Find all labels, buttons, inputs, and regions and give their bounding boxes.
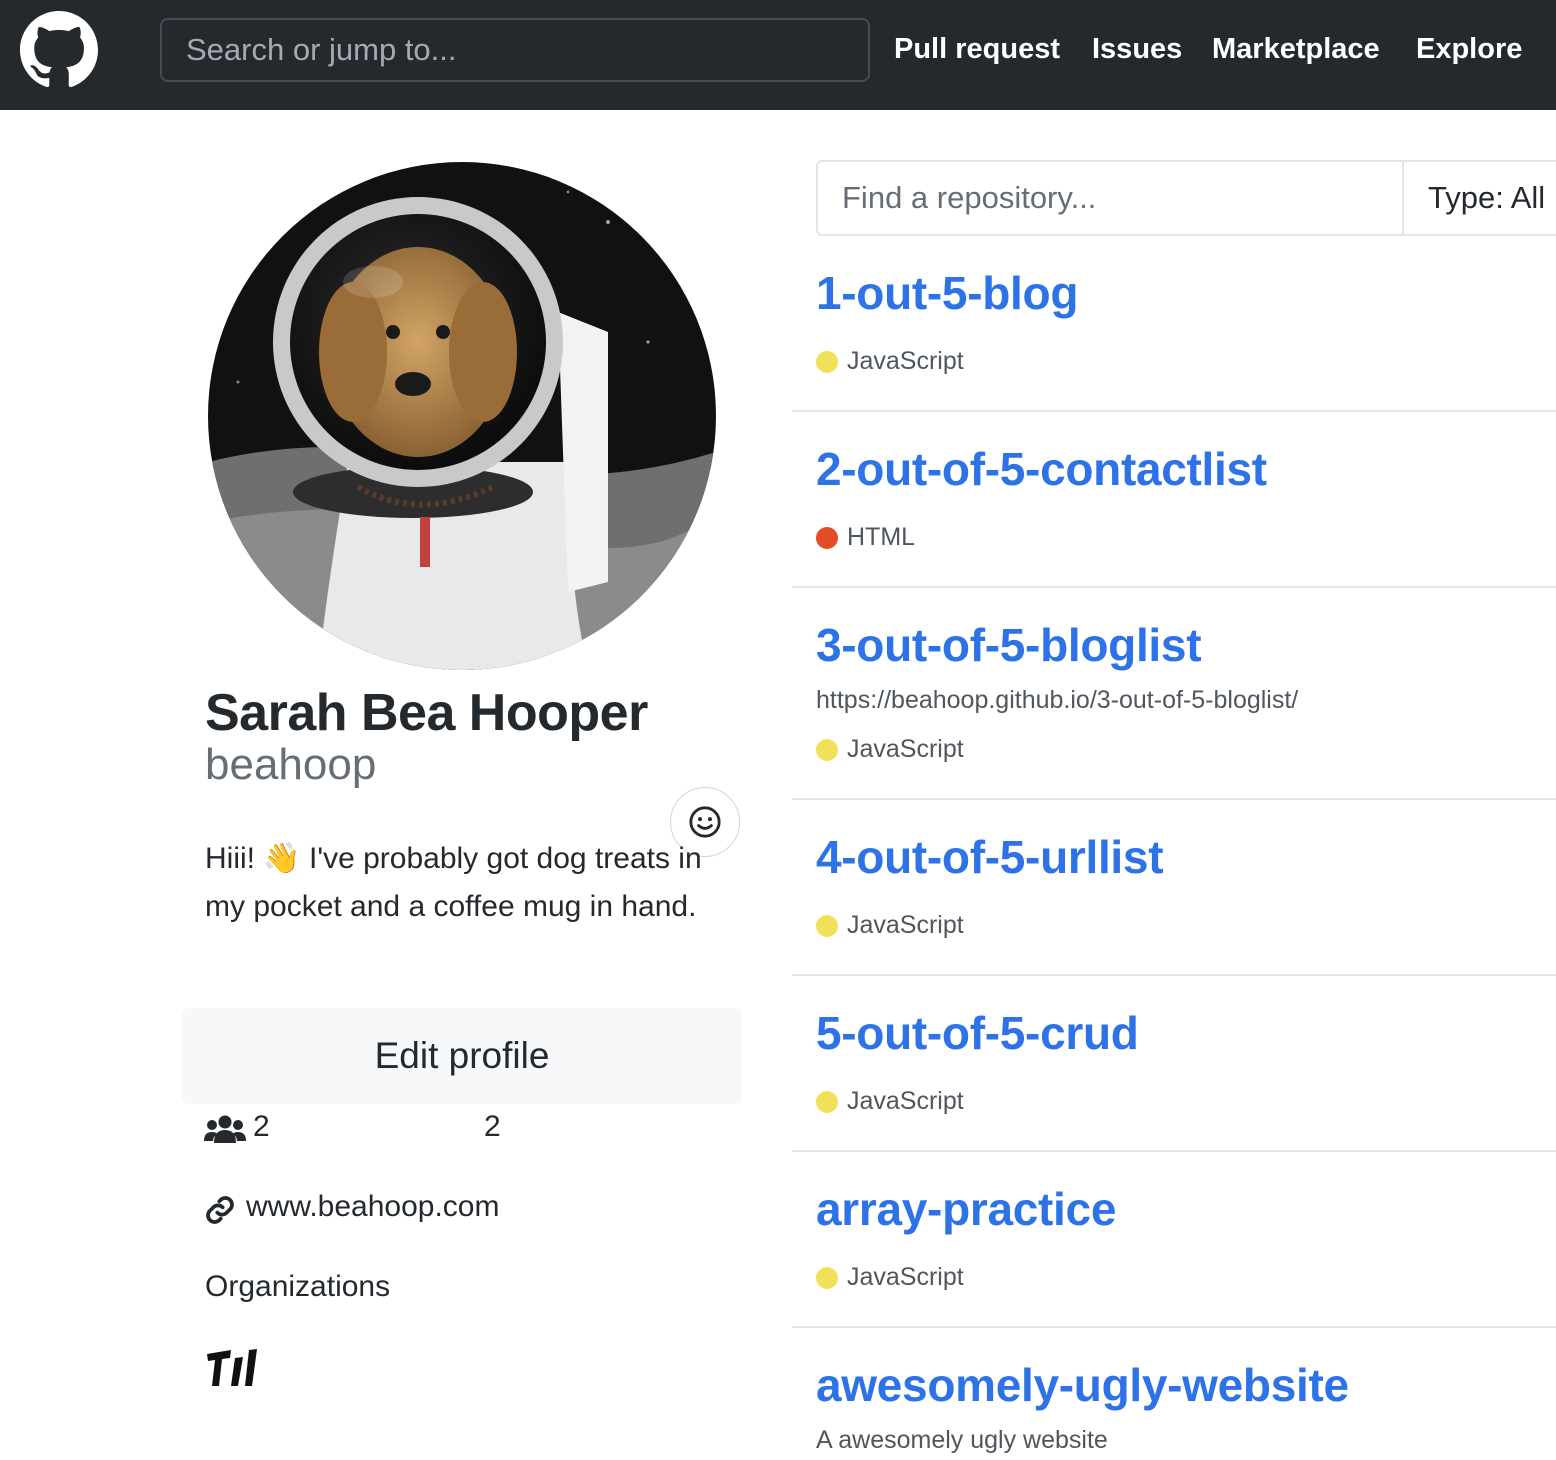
repository-language: JavaScript [816,735,964,764]
repository-name-link[interactable]: 3-out-of-5-bloglist [816,618,1202,672]
repository-name-link[interactable]: 5-out-of-5-crud [816,1006,1139,1060]
language-color-dot [816,526,838,549]
link-icon [206,1196,234,1224]
repository-item: array-practice JavaScript [792,1152,1556,1328]
github-logo-icon[interactable] [20,11,98,89]
repository-language: JavaScript [816,1087,964,1116]
global-search-input[interactable] [162,20,868,80]
repository-language-label: JavaScript [847,347,964,375]
profile-full-name: Sarah Bea Hooper [205,684,648,742]
repository-item: awesomely-ugly-website A awesomely ugly w… [792,1328,1556,1460]
type-filter-dropdown[interactable]: Type: All [1402,160,1556,236]
language-color-dot [816,1266,838,1289]
repository-description: https://beahoop.github.io/3-out-of-5-blo… [816,686,1299,714]
language-color-dot [816,914,838,937]
smiley-icon [689,806,721,838]
followers-count[interactable]: 2 [253,1110,270,1144]
repository-item: 1-out-5-blog JavaScript [792,236,1556,412]
people-icon [204,1115,246,1143]
find-repository [816,160,1404,236]
profile-username: beahoop [205,740,377,789]
profile-bio: Hiii! 👋 I've probably got dog treats in … [205,842,702,923]
edit-profile-button[interactable]: Edit profile [182,1008,742,1104]
repository-language: JavaScript [816,1263,964,1292]
repository-language-label: JavaScript [847,1263,964,1291]
nav-explore[interactable]: Explore [1416,33,1522,66]
repository-description: A awesomely ugly website [816,1426,1108,1454]
organization-avatar[interactable] [205,1346,261,1388]
repository-language-label: JavaScript [847,1087,964,1115]
language-color-dot [816,738,838,761]
repository-name-link[interactable]: 4-out-of-5-urllist [816,830,1164,884]
repository-language: JavaScript [816,347,964,376]
nav-marketplace[interactable]: Marketplace [1212,33,1380,66]
following-count[interactable]: 2 [484,1110,501,1144]
repository-item: 5-out-of-5-crud JavaScript [792,976,1556,1152]
profile-website-link[interactable]: www.beahoop.com [246,1190,499,1224]
repository-language-label: HTML [847,523,916,551]
language-color-dot [816,1090,838,1113]
repository-name-link[interactable]: array-practice [816,1182,1116,1236]
repository-name-link[interactable]: 1-out-5-blog [816,266,1078,320]
repository-language: HTML [816,523,915,552]
organizations-heading: Organizations [205,1270,391,1303]
repository-language-label: JavaScript [847,911,964,939]
repository-name-link[interactable]: 2-out-of-5-contactlist [816,442,1267,496]
language-color-dot [816,350,838,373]
nav-issues[interactable]: Issues [1092,33,1182,66]
repository-language: JavaScript [816,911,964,940]
global-search [160,18,870,82]
type-filter-label: Type: All [1428,180,1546,215]
nav-pull-requests[interactable]: Pull request [894,33,1060,66]
find-repository-input[interactable] [818,162,1402,234]
profile-avatar[interactable] [208,162,716,670]
repository-item: 4-out-of-5-urllist JavaScript [792,800,1556,976]
top-header: Pull request Issues Marketplace Explore [0,0,1556,110]
repository-language-label: JavaScript [847,735,964,763]
repository-name-link[interactable]: awesomely-ugly-website [816,1358,1349,1412]
repository-item: 3-out-of-5-bloglist https://beahoop.githu… [792,588,1556,800]
repository-item: 2-out-of-5-contactlist HTML [792,412,1556,588]
